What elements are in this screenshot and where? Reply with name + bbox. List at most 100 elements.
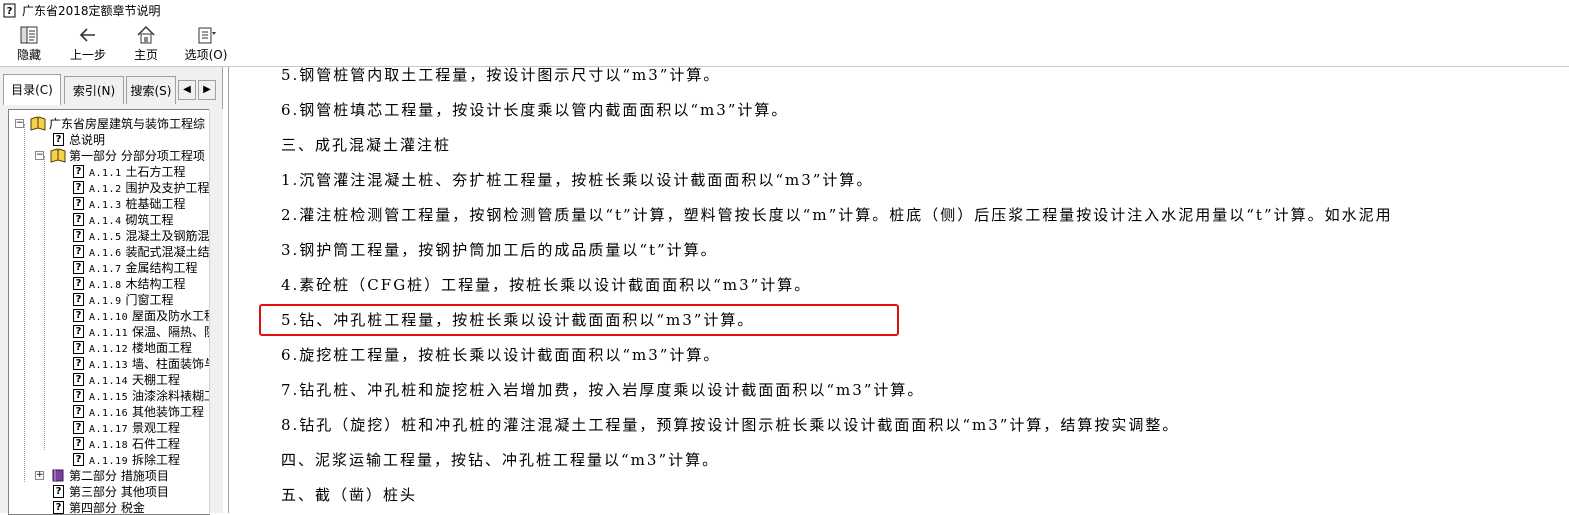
hide-icon (20, 26, 38, 44)
section-heading: 五、截（凿）桩头 (281, 486, 418, 504)
svg-text:?: ? (7, 6, 13, 17)
help-topic-icon: ? (73, 197, 84, 210)
chapter-name: 土石方工程 (125, 165, 186, 179)
contents-tree: − 广东省房屋建筑与装饰工程综 ? 总说明 − 第一部分 分部分项工程项 ? A.… (8, 109, 210, 515)
closed-book-icon (52, 469, 64, 482)
chapter-name: 桩基础工程 (125, 197, 186, 211)
chapter-name: 油漆涂料裱糊工 (131, 389, 210, 403)
chapter-code: A.1.5 (89, 232, 122, 243)
chapter-code: A.1.10 (89, 312, 129, 323)
help-topic-icon: ? (73, 341, 84, 354)
collapse-icon[interactable]: − (15, 119, 24, 128)
help-topic-icon: ? (53, 485, 64, 498)
hide-label: 隐藏 (16, 48, 41, 62)
help-topic-icon: ? (73, 165, 84, 178)
chapter-code: A.1.16 (89, 408, 129, 419)
chapter-code: A.1.11 (89, 328, 129, 339)
open-book-icon (30, 116, 46, 131)
back-label: 上一步 (69, 48, 106, 62)
tree-node-part1[interactable]: − 第一部分 分部分项工程项 (9, 148, 209, 164)
tree-node-general[interactable]: ? 总说明 (9, 132, 209, 148)
content-line: 1.沉管灌注混凝土桩、夯扩桩工程量，按桩长乘以设计截面面积以“m3”计算。 (281, 171, 874, 189)
help-topic-icon: ? (73, 309, 84, 322)
chapter-code: A.1.7 (89, 264, 122, 275)
title-bar: ? 广东省2018定额章节说明 (0, 0, 1569, 22)
chapter-name: 木结构工程 (125, 277, 186, 291)
chapter-code: A.1.15 (89, 392, 129, 403)
content-line: 3.钢护筒工程量，按钢护筒加工后的成品质量以“t”计算。 (281, 241, 718, 259)
chapter-name: 混凝土及钢筋混 (125, 229, 210, 243)
tree-label: 第三部分 其他项目 (69, 485, 169, 499)
tree-node-root[interactable]: − 广东省房屋建筑与装饰工程综 (9, 116, 209, 132)
tree-label: 总说明 (69, 133, 106, 147)
tree-node-part3[interactable]: ? 第三部分 其他项目 (9, 484, 209, 500)
content-line: 5.钢管桩管内取土工程量，按设计图示尺寸以“m3”计算。 (281, 66, 721, 84)
tree-scrollbar[interactable] (209, 109, 223, 513)
help-topic-icon: ? (73, 293, 84, 306)
tab-contents[interactable]: 目录(C) (3, 74, 61, 105)
help-topic-icon: ? (73, 229, 84, 242)
chapter-code: A.1.13 (89, 360, 129, 371)
hide-button[interactable]: 隐藏 (13, 24, 45, 64)
chapter-name: 门窗工程 (125, 293, 174, 307)
content-line: 4.素砼桩（CFG桩）工程量，按桩长乘以设计截面面积以“m3”计算。 (281, 276, 812, 294)
content-line: 6.钢管桩填芯工程量，按设计长度乘以管内截面面积以“m3”计算。 (281, 101, 789, 119)
chapter-code: A.1.2 (89, 184, 122, 195)
content-line: 2.灌注桩检测管工程量，按钢检测管质量以“t”计算，塑料管按长度以“m”计算。桩… (281, 206, 1393, 224)
chapter-name: 装配式混凝土结 (125, 245, 210, 259)
chapter-code: A.1.8 (89, 280, 122, 291)
chapter-name: 墙、柱面装饰与 (131, 357, 210, 371)
help-topic-icon: ? (73, 325, 84, 338)
section-heading: 三、成孔混凝土灌注桩 (281, 136, 452, 154)
tab-scroll-left-icon[interactable]: ◀ (178, 80, 196, 100)
tree-node-part2[interactable]: + 第二部分 措施项目 (9, 468, 209, 484)
back-arrow-icon (79, 28, 95, 42)
help-topic-icon: ? (73, 277, 84, 290)
help-topic-icon: ? (73, 389, 84, 402)
collapse-icon[interactable]: − (35, 151, 44, 160)
nav-tabs: 目录(C) 索引(N) 搜索(S) ◀ ▶ (0, 74, 222, 106)
chapter-name: 其他装饰工程 (131, 405, 204, 419)
help-topic-icon: ? (73, 261, 84, 274)
home-label: 主页 (133, 48, 158, 62)
help-topic-icon: ? (53, 133, 64, 146)
help-topic-icon: ? (73, 437, 84, 450)
content-pane: 5.钢管桩管内取土工程量，按设计图示尺寸以“m3”计算。 6.钢管桩填芯工程量，… (228, 66, 1569, 513)
options-icon (198, 27, 216, 44)
chapter-code: A.1.3 (89, 200, 122, 211)
tab-search[interactable]: 搜索(S) (126, 76, 176, 104)
tree-guide-line (24, 124, 25, 482)
chapter-code: A.1.6 (89, 248, 122, 259)
content-line: 6.旋挖桩工程量，按桩长乘以设计截面面积以“m3”计算。 (281, 346, 721, 364)
content-line: 8.钻孔（旋挖）桩和冲孔桩的灌注混凝土工程量，预算按设计图示桩长乘以设计截面面积… (281, 416, 1180, 434)
chapter-code: A.1.12 (89, 344, 129, 355)
options-button[interactable]: 选项(O) (183, 24, 229, 64)
help-topic-icon: ? (53, 501, 64, 514)
chapter-code: A.1.19 (89, 456, 129, 467)
tree-label: 第二部分 措施项目 (69, 469, 169, 483)
home-button[interactable]: 主页 (130, 24, 162, 64)
chapter-name: 保温、隔热、防 (131, 325, 210, 339)
options-label: 选项(O) (184, 48, 228, 62)
toolbar: 隐藏 上一步 主页 选项(O) (0, 22, 1569, 67)
chapter-code: A.1.17 (89, 424, 129, 435)
chapter-code: A.1.1 (89, 168, 122, 179)
help-topic-icon: ? (73, 421, 84, 434)
help-topic-icon: ? (73, 213, 84, 226)
chapter-name: 天棚工程 (131, 373, 180, 387)
chapter-name: 石件工程 (131, 437, 180, 451)
tab-scroll-right-icon[interactable]: ▶ (198, 80, 216, 100)
back-button[interactable]: 上一步 (66, 24, 110, 64)
help-topic-icon: ? (73, 453, 84, 466)
chapter-name: 楼地面工程 (131, 341, 192, 355)
tab-index[interactable]: 索引(N) (64, 76, 124, 104)
chapter-code: A.1.14 (89, 376, 129, 387)
home-icon (137, 25, 155, 44)
content-line: 7.钻孔桩、冲孔桩和旋挖桩入岩增加费，按入岩厚度乘以设计截面面积以“m3”计算。 (281, 381, 925, 399)
help-topic-icon: ? (73, 373, 84, 386)
open-book-icon (50, 148, 66, 163)
chapter-code: A.1.4 (89, 216, 122, 227)
highlight-box (259, 304, 899, 336)
expand-icon[interactable]: + (35, 471, 44, 480)
tree-label: 广东省房屋建筑与装饰工程综 (49, 117, 206, 131)
